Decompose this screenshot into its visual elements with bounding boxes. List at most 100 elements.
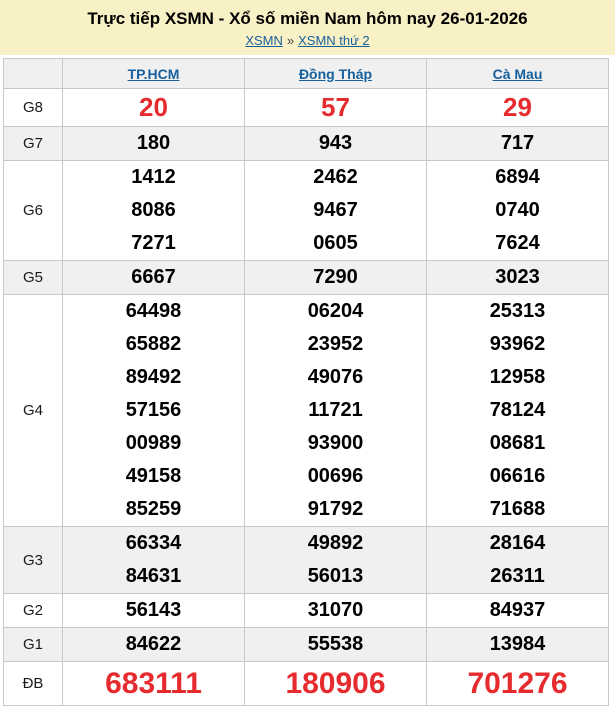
- breadcrumb: XSMN » XSMN thứ 2: [0, 33, 615, 48]
- result-number: 28164: [427, 527, 608, 560]
- result-number: 91792: [245, 493, 426, 526]
- table-row: G3663348463149892560132816426311: [4, 527, 609, 594]
- result-cell: 943: [245, 127, 427, 161]
- result-number: 71688: [427, 493, 608, 526]
- prize-label: G7: [4, 127, 63, 161]
- province-link-1[interactable]: Đồng Tháp: [299, 66, 372, 82]
- result-cell: 13984: [427, 628, 609, 662]
- result-number: 6894: [427, 161, 608, 194]
- result-number: 56013: [245, 560, 426, 593]
- prize-column-header: [4, 59, 63, 89]
- results-table-body: G8205729G7180943717G61412808672712462946…: [4, 89, 609, 706]
- result-number: 84631: [63, 560, 244, 593]
- result-number: 9467: [245, 194, 426, 227]
- result-number: 683111: [63, 662, 244, 705]
- result-number: 49158: [63, 460, 244, 493]
- result-number: 06616: [427, 460, 608, 493]
- table-row: G2561433107084937: [4, 594, 609, 628]
- result-number: 66334: [63, 527, 244, 560]
- province-column-header: TP.HCM: [63, 59, 245, 89]
- result-number: 57: [245, 89, 426, 126]
- result-cell: 25313939621295878124086810661671688: [427, 295, 609, 527]
- result-number: 180906: [245, 662, 426, 705]
- result-number: 6667: [63, 261, 244, 294]
- result-cell: 84937: [427, 594, 609, 628]
- result-number: 00696: [245, 460, 426, 493]
- province-link-0[interactable]: TP.HCM: [128, 66, 180, 82]
- result-number: 84622: [63, 628, 244, 661]
- result-number: 180: [63, 127, 244, 160]
- result-number: 85259: [63, 493, 244, 526]
- results-table-head: TP.HCM Đồng Tháp Cà Mau: [4, 59, 609, 89]
- result-cell: 7290: [245, 261, 427, 295]
- result-cell: 180: [63, 127, 245, 161]
- table-row: ĐB683111180906701276: [4, 662, 609, 706]
- result-cell: 06204239524907611721939000069691792: [245, 295, 427, 527]
- result-number: 2462: [245, 161, 426, 194]
- result-number: 56143: [63, 594, 244, 627]
- breadcrumb-link-xsmn[interactable]: XSMN: [245, 33, 283, 48]
- result-cell: 689407407624: [427, 161, 609, 261]
- result-cell: 141280867271: [63, 161, 245, 261]
- result-number: 26311: [427, 560, 608, 593]
- result-cell: 246294670605: [245, 161, 427, 261]
- breadcrumb-link-xsmn-thu2[interactable]: XSMN thứ 2: [298, 33, 370, 48]
- prize-label: G1: [4, 628, 63, 662]
- result-cell: 717: [427, 127, 609, 161]
- result-number: 08681: [427, 427, 608, 460]
- result-number: 12958: [427, 361, 608, 394]
- result-number: 49076: [245, 361, 426, 394]
- result-number: 943: [245, 127, 426, 160]
- prize-label: G2: [4, 594, 63, 628]
- province-link-2[interactable]: Cà Mau: [493, 66, 543, 82]
- result-cell: 55538: [245, 628, 427, 662]
- table-row: G6141280867271246294670605689407407624: [4, 161, 609, 261]
- table-row: G464498658828949257156009894915885259062…: [4, 295, 609, 527]
- result-cell: 56143: [63, 594, 245, 628]
- result-cell: 64498658828949257156009894915885259: [63, 295, 245, 527]
- result-number: 65882: [63, 328, 244, 361]
- province-column-header: Cà Mau: [427, 59, 609, 89]
- prize-label: G8: [4, 89, 63, 127]
- result-number: 06204: [245, 295, 426, 328]
- result-cell: 57: [245, 89, 427, 127]
- result-number: 25313: [427, 295, 608, 328]
- result-number: 701276: [427, 662, 608, 705]
- province-column-header: Đồng Tháp: [245, 59, 427, 89]
- table-row: G7180943717: [4, 127, 609, 161]
- result-cell: 6667: [63, 261, 245, 295]
- result-number: 8086: [63, 194, 244, 227]
- table-row: G5666772903023: [4, 261, 609, 295]
- table-row: G1846225553813984: [4, 628, 609, 662]
- result-number: 31070: [245, 594, 426, 627]
- breadcrumb-separator: »: [287, 33, 294, 48]
- result-number: 0740: [427, 194, 608, 227]
- result-cell: 6633484631: [63, 527, 245, 594]
- result-number: 89492: [63, 361, 244, 394]
- header-row: TP.HCM Đồng Tháp Cà Mau: [4, 59, 609, 89]
- result-number: 7624: [427, 227, 608, 260]
- prize-label: G5: [4, 261, 63, 295]
- prize-label: G4: [4, 295, 63, 527]
- prize-label: G6: [4, 161, 63, 261]
- result-cell: 3023: [427, 261, 609, 295]
- result-number: 3023: [427, 261, 608, 294]
- result-cell: 31070: [245, 594, 427, 628]
- result-number: 7290: [245, 261, 426, 294]
- result-number: 0605: [245, 227, 426, 260]
- lottery-results-page: Trực tiếp XSMN - Xổ số miền Nam hôm nay …: [0, 0, 615, 707]
- result-number: 29: [427, 89, 608, 126]
- table-row: G8205729: [4, 89, 609, 127]
- results-table: TP.HCMĐồng ThápCà Mau G8205729G718094371…: [3, 58, 609, 706]
- result-cell: 180906: [245, 662, 427, 706]
- prize-label: G3: [4, 527, 63, 594]
- result-cell: 84622: [63, 628, 245, 662]
- result-number: 64498: [63, 295, 244, 328]
- result-number: 55538: [245, 628, 426, 661]
- result-cell: 683111: [63, 662, 245, 706]
- result-number: 7271: [63, 227, 244, 260]
- result-number: 20: [63, 89, 244, 126]
- result-number: 49892: [245, 527, 426, 560]
- result-cell: 29: [427, 89, 609, 127]
- prize-label: ĐB: [4, 662, 63, 706]
